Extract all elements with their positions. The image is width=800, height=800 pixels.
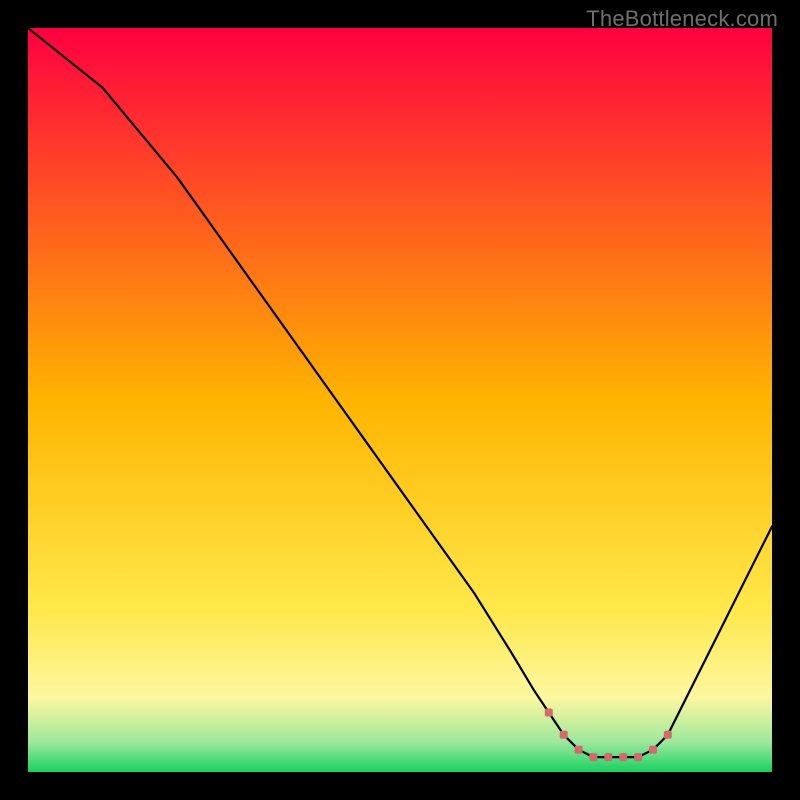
chart-container: TheBottleneck.com xyxy=(0,0,800,800)
marker-dot xyxy=(619,753,627,761)
plot-area xyxy=(28,28,772,772)
marker-dot xyxy=(664,731,672,739)
marker-dot xyxy=(560,731,568,739)
marker-dot xyxy=(589,753,597,761)
marker-dot xyxy=(649,746,657,754)
marker-dot xyxy=(634,753,642,761)
marker-dot xyxy=(604,753,612,761)
gradient-background xyxy=(28,28,772,772)
chart-svg xyxy=(28,28,772,772)
marker-dot xyxy=(575,746,583,754)
marker-dot xyxy=(545,709,553,717)
